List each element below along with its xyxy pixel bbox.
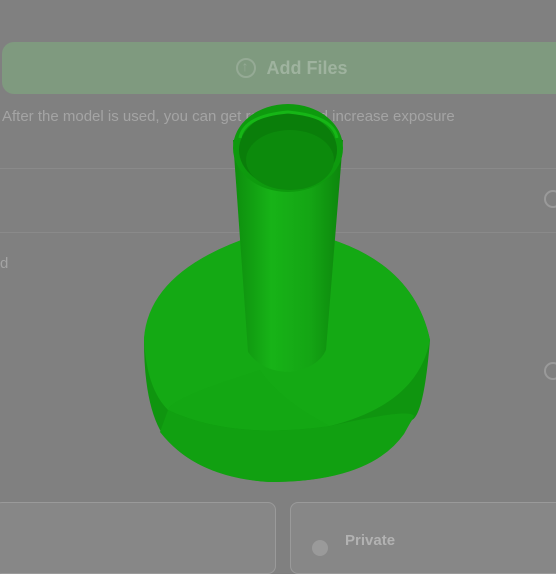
model-tube xyxy=(233,104,343,372)
3d-model-preview[interactable] xyxy=(0,0,556,556)
